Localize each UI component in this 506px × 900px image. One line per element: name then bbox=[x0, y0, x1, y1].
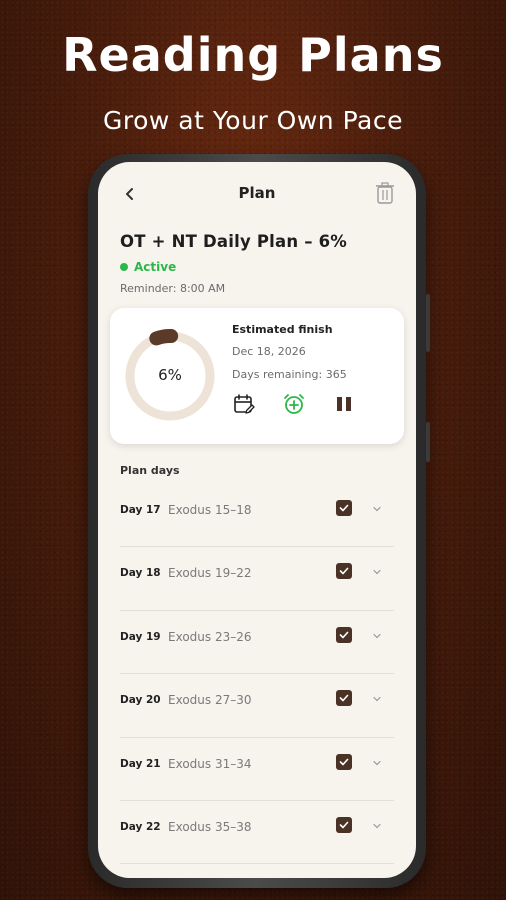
expand-day-button[interactable] bbox=[370, 819, 384, 833]
status-label: Active bbox=[134, 260, 177, 274]
day-number: Day 17 bbox=[120, 504, 161, 516]
check-icon bbox=[339, 568, 349, 575]
delete-plan-button[interactable] bbox=[372, 180, 398, 206]
edit-schedule-button[interactable] bbox=[232, 392, 256, 416]
plan-title: OT + NT Daily Plan – 6% bbox=[120, 232, 348, 251]
top-bar: Plan bbox=[98, 178, 416, 208]
day-checkbox[interactable] bbox=[336, 500, 352, 516]
day-reading: Exodus 19–22 bbox=[168, 566, 252, 581]
day-number: Day 20 bbox=[120, 694, 161, 707]
list-item[interactable]: Day 19 Exodus 23–26 bbox=[120, 611, 394, 675]
chevron-down-icon bbox=[373, 506, 381, 512]
expand-day-button[interactable] bbox=[370, 756, 384, 770]
list-item[interactable]: Day 20 Exodus 27–30 bbox=[120, 674, 394, 738]
progress-card: 6% Estimated finish Dec 18, 2026 Days re… bbox=[110, 308, 404, 444]
check-icon bbox=[339, 504, 349, 512]
app-screen: Plan OT + NT Daily Plan – 6% Active Remi… bbox=[98, 162, 416, 878]
day-number: Day 19 bbox=[120, 630, 161, 643]
pause-plan-button[interactable] bbox=[332, 392, 356, 416]
expand-day-button[interactable] bbox=[370, 565, 384, 579]
list-item[interactable]: Day 17 Exodus 15–18 bbox=[120, 484, 394, 548]
day-number: Day 18 bbox=[120, 567, 161, 580]
expand-day-button[interactable] bbox=[370, 629, 384, 643]
plan-actions bbox=[232, 392, 356, 416]
day-number: Day 21 bbox=[120, 757, 161, 770]
add-reminder-button[interactable] bbox=[282, 392, 306, 416]
day-reading: Exodus 23–26 bbox=[168, 629, 252, 644]
day-checkbox[interactable] bbox=[336, 563, 352, 580]
progress-ring: 6% bbox=[120, 326, 220, 426]
check-icon bbox=[339, 631, 349, 639]
plan-days-heading: Plan days bbox=[120, 464, 180, 477]
chevron-down-icon bbox=[373, 697, 381, 702]
day-checkbox[interactable] bbox=[336, 690, 352, 707]
promo-subheadline: Grow at Your Own Pace bbox=[103, 106, 403, 135]
chevron-down-icon bbox=[373, 570, 381, 575]
phone-side-button bbox=[426, 422, 430, 462]
day-reading: Exodus 27–30 bbox=[168, 693, 252, 708]
reminder-text: Reminder: 8:00 AM bbox=[120, 282, 226, 295]
alarm-add-icon bbox=[284, 394, 304, 414]
check-icon bbox=[339, 694, 349, 702]
plan-days-list: Day 17 Exodus 15–18 Day 18 Exodus 19–22 bbox=[120, 484, 394, 865]
chevron-down-icon bbox=[373, 633, 381, 639]
check-icon bbox=[339, 758, 349, 765]
estimated-finish-label: Estimated finish bbox=[232, 323, 333, 336]
list-item[interactable]: Day 18 Exodus 19–22 bbox=[120, 547, 394, 612]
day-reading: Exodus 31–34 bbox=[168, 756, 252, 771]
day-checkbox[interactable] bbox=[336, 753, 352, 770]
day-checkbox[interactable] bbox=[336, 816, 352, 833]
day-reading: Exodus 15–18 bbox=[168, 503, 252, 517]
expand-day-button[interactable] bbox=[370, 502, 384, 516]
expand-day-button[interactable] bbox=[370, 692, 384, 706]
list-item[interactable]: Day 22 Exodus 35–38 bbox=[120, 801, 394, 865]
pause-icon bbox=[337, 397, 351, 411]
check-icon bbox=[339, 821, 349, 829]
chevron-down-icon bbox=[373, 823, 381, 829]
day-reading: Exodus 35–38 bbox=[168, 819, 252, 834]
promo-headline: Reading Plans bbox=[62, 28, 444, 82]
page-title: Plan bbox=[238, 184, 276, 202]
estimated-finish-date: Dec 18, 2026 bbox=[232, 345, 306, 358]
days-remaining: Days remaining: 365 bbox=[232, 368, 347, 381]
status-badge: Active bbox=[120, 260, 176, 274]
day-number: Day 22 bbox=[120, 820, 161, 833]
list-item[interactable]: Day 21 Exodus 31–34 bbox=[120, 738, 394, 802]
trash-icon bbox=[376, 182, 394, 204]
day-checkbox[interactable] bbox=[336, 626, 352, 643]
phone-frame: Plan OT + NT Daily Plan – 6% Active Remi… bbox=[88, 154, 430, 888]
status-dot bbox=[120, 263, 128, 271]
chevron-down-icon bbox=[373, 760, 381, 765]
phone-side-button bbox=[426, 294, 430, 352]
progress-percent: 6% bbox=[158, 366, 182, 384]
calendar-edit-icon bbox=[234, 394, 255, 414]
